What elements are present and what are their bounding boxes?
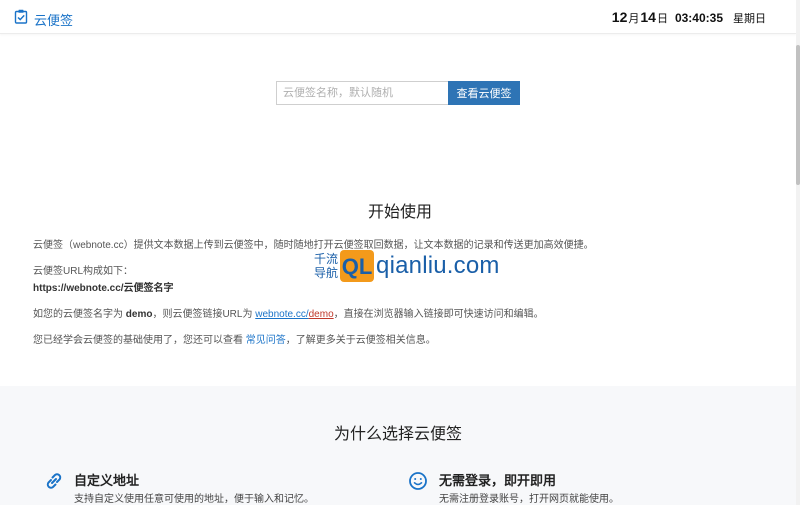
logo-label: 云便签 xyxy=(34,12,74,28)
current-time: 03:40:35 xyxy=(674,11,723,25)
feature-title-no-login: 无需登录，即开即用 xyxy=(439,473,557,488)
date-time-display: 12 月 14 日 03:40:35 星期日 xyxy=(612,9,766,26)
intro-title: 开始使用 xyxy=(367,204,432,221)
feature-desc-no-login: 无需注册登录账号，打开网页就能使用。 xyxy=(439,494,619,505)
watermark-cn-line1: 千流 xyxy=(314,252,339,266)
demo-link-name[interactable]: demo xyxy=(309,309,334,320)
day-number: 14 xyxy=(640,9,656,25)
month-number: 12 xyxy=(611,9,628,25)
intro-paragraph-4: 您已经学会云便签的基础使用了，您还可以查看 常见问答，了解更多关于云便签相关信息… xyxy=(33,331,436,346)
clipboard-check-icon xyxy=(14,9,28,29)
url-format-label: 云便签URL构成如下： xyxy=(33,266,134,277)
p4-suffix: ，了解更多关于云便签相关信息。 xyxy=(285,335,436,346)
demo-link[interactable]: webnote.cc/demo xyxy=(255,309,333,320)
features-title: 为什么选择云便签 xyxy=(333,426,462,443)
month-unit: 月 xyxy=(628,13,640,25)
feature-title-custom-url: 自定义地址 xyxy=(74,473,140,488)
top-header: 云便签 12 月 14 日 03:40:35 星期日 xyxy=(0,0,796,34)
smile-icon xyxy=(407,470,429,492)
scrollbar-thumb[interactable] xyxy=(796,45,800,185)
watermark-ql-badge: QL xyxy=(340,250,375,282)
page-scrollbar[interactable] xyxy=(796,0,800,505)
features-section: 为什么选择云便签 自定义地址 支持自定义使用任意可使用的地址，便于输入和记忆。 … xyxy=(0,386,796,505)
watermark-cn-line2: 导航 xyxy=(314,266,339,280)
feature-desc-custom-url: 支持自定义使用任意可使用的地址，便于输入和记忆。 xyxy=(74,494,314,505)
url-format-example: https://webnote.cc/云便签名字 xyxy=(33,279,174,294)
p3-suffix: ，直接在浏览器输入链接即可快速访问和编辑。 xyxy=(333,309,544,320)
p3-note-name: demo xyxy=(125,309,153,320)
weekday: 星期日 xyxy=(733,13,766,25)
url-format-value: https://webnote.cc/云便签名字 xyxy=(33,283,174,294)
p4-prefix: 您已经学会云便签的基础使用了，您还可以查看 xyxy=(33,335,246,346)
day-unit: 日 xyxy=(656,13,668,25)
note-name-input[interactable] xyxy=(276,81,448,105)
site-logo[interactable]: 云便签 xyxy=(14,9,73,29)
watermark-domain: qianliu.com xyxy=(376,252,500,279)
p3-middle: ，则云便签链接URL为 xyxy=(152,309,256,320)
p3-prefix: 如您的云便签名字为 xyxy=(33,309,126,320)
faq-link[interactable]: 常见问答 xyxy=(246,335,286,346)
intro-paragraph-3: 如您的云便签名字为 demo，则云便签链接URL为 webnote.cc/dem… xyxy=(33,305,544,320)
link-icon xyxy=(43,470,65,492)
demo-link-base[interactable]: webnote.cc/ xyxy=(255,309,308,320)
watermark-chinese: 千流 导航 xyxy=(314,252,338,280)
watermark-logo: 千流 导航 QL qianliu.com xyxy=(314,249,522,283)
svg-text:QL: QL xyxy=(342,254,373,279)
view-note-button[interactable]: 查看云便签 xyxy=(448,81,520,105)
